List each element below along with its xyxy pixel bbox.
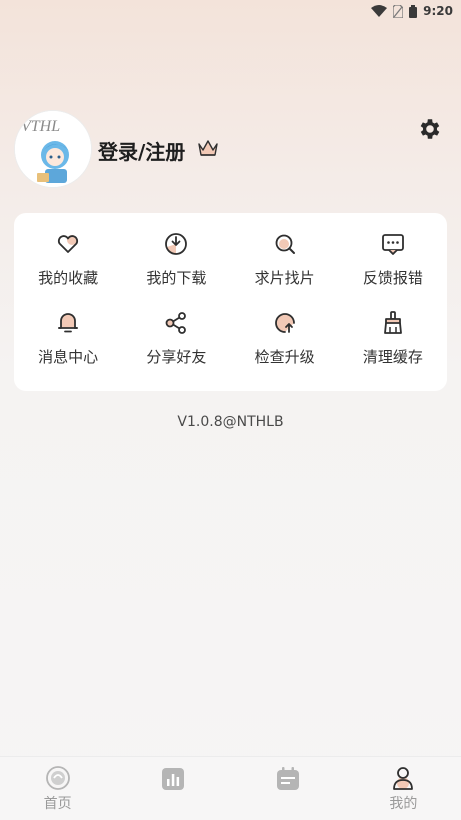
- chart-icon: [160, 766, 186, 792]
- share-icon: [163, 310, 189, 336]
- upgrade-icon: [272, 310, 298, 336]
- login-register-link[interactable]: 登录/注册: [98, 136, 185, 165]
- status-time: 9:20: [423, 4, 453, 18]
- battery-icon: [409, 4, 418, 18]
- status-bar: 9:20: [0, 0, 461, 22]
- menu-item-clear-cache[interactable]: 清理缓存: [339, 304, 447, 383]
- feedback-icon: [380, 231, 406, 257]
- menu-item-label: 分享好友: [146, 348, 207, 366]
- nav-item-profile[interactable]: 我的: [346, 757, 461, 820]
- menu-item-label: 我的收藏: [38, 269, 99, 287]
- menu-item-label: 清理缓存: [362, 348, 423, 366]
- menu-item-label: 我的下载: [146, 269, 207, 287]
- menu-item-upgrade[interactable]: 检查升级: [231, 304, 339, 383]
- vip-crown-icon: [197, 138, 219, 158]
- wifi-icon: [371, 5, 388, 17]
- nav-item-chart[interactable]: [115, 757, 230, 820]
- menu-item-feedback[interactable]: 反馈报错: [339, 225, 447, 304]
- menu-item-downloads[interactable]: 我的下载: [122, 225, 230, 304]
- profile-icon: [390, 765, 416, 791]
- menu-item-request[interactable]: 求片找片: [231, 225, 339, 304]
- bottom-nav: 首页 我的: [0, 756, 461, 820]
- menu-item-label: 检查升级: [254, 348, 315, 366]
- sim-icon: [393, 4, 404, 18]
- download-icon: [163, 231, 189, 257]
- heart-icon: [55, 231, 81, 257]
- nav-label: 首页: [43, 795, 72, 812]
- menu-item-label: 反馈报错: [362, 269, 423, 287]
- calendar-icon: [275, 766, 301, 792]
- avatar-text: VTHL: [21, 118, 60, 135]
- menu-card: 我的收藏 我的下载 求片找片 反馈报错 消息中心 分享好友 检查升级 清理缓存: [14, 213, 447, 391]
- version-text: V1.0.8@NTHLB: [177, 414, 284, 430]
- menu-item-favorites[interactable]: 我的收藏: [14, 225, 122, 304]
- settings-gear-icon[interactable]: [417, 116, 443, 142]
- menu-item-messages[interactable]: 消息中心: [14, 304, 122, 383]
- nav-item-calendar[interactable]: [231, 757, 346, 820]
- nav-item-home[interactable]: 首页: [0, 757, 115, 820]
- clean-icon: [380, 310, 406, 336]
- bell-icon: [55, 310, 81, 336]
- home-icon: [45, 765, 71, 791]
- search-icon: [272, 231, 298, 257]
- menu-item-label: 求片找片: [254, 269, 315, 287]
- profile-header: VTHL 登录/注册: [14, 110, 447, 188]
- avatar[interactable]: VTHL: [14, 110, 92, 188]
- menu-item-label: 消息中心: [38, 348, 99, 366]
- menu-item-share[interactable]: 分享好友: [122, 304, 230, 383]
- nav-label: 我的: [389, 795, 418, 812]
